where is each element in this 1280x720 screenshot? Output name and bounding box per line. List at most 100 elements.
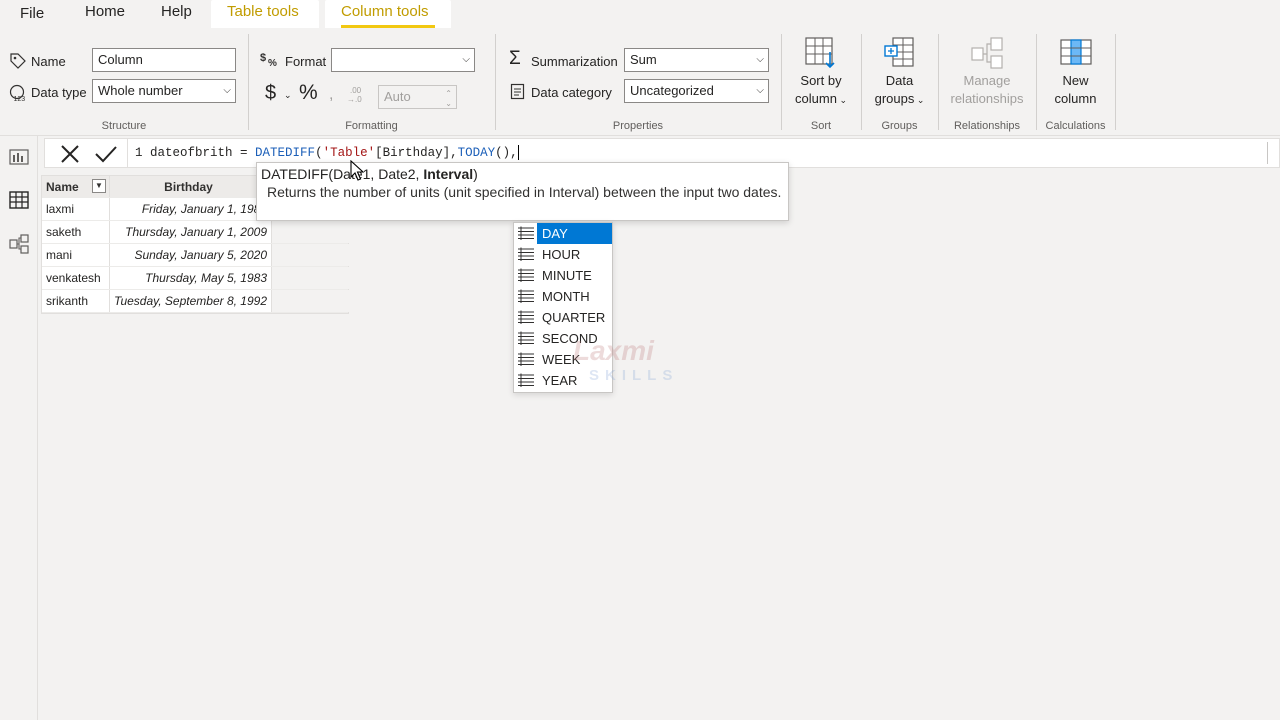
sort-group: Sort by column ⌄ Sort	[782, 34, 860, 134]
summarization-value: Sum	[630, 52, 657, 67]
chevron-down-icon: ⌵	[756, 54, 764, 65]
cell-name[interactable]: srikanth	[42, 290, 110, 312]
left-nav	[0, 136, 38, 720]
summarization-dropdown[interactable]: Sum ⌵	[624, 48, 769, 72]
report-view-icon[interactable]	[7, 145, 31, 169]
autocomplete-item[interactable]: WEEK	[514, 349, 612, 370]
keyword-list-icon	[518, 226, 534, 240]
formula-function: TODAY	[457, 145, 496, 160]
svg-text:→.0: →.0	[347, 95, 362, 104]
formula-text[interactable]: 1 dateofbrith = DATEDIFF('Table'[Birthda…	[135, 145, 519, 160]
structure-group: Name Column 123 Data type Whole number ⌵…	[0, 34, 248, 134]
groups-group: Data groups ⌄ Groups	[862, 34, 937, 134]
data-type-icon: 123	[9, 84, 25, 103]
tab-home[interactable]: Home	[85, 0, 125, 28]
formula-string: 'Table'	[322, 145, 376, 160]
cell-birthday[interactable]: Thursday, January 1, 2009	[110, 221, 272, 243]
data-groups-icon	[883, 37, 914, 67]
cell-birthday[interactable]: Friday, January 1, 1982	[110, 198, 272, 220]
svg-text:%: %	[268, 58, 277, 68]
format-icon: $ %	[260, 52, 277, 68]
column-header-birthday[interactable]: Birthday	[110, 176, 272, 197]
chevron-down-icon[interactable]: ⌄	[284, 90, 292, 101]
tab-help[interactable]: Help	[161, 0, 192, 28]
decimal-places-stepper[interactable]: Auto ⌃ ⌄	[378, 85, 457, 109]
calculations-group: New column Calculations	[1037, 34, 1114, 134]
new-column-line1: New	[1062, 73, 1089, 88]
autocomplete-item[interactable]: SECOND	[514, 328, 612, 349]
sort-by-column-button[interactable]: Sort by column ⌄	[788, 36, 854, 109]
groups-group-label: Groups	[881, 120, 918, 132]
function-description: Returns the number of units (unit specif…	[267, 184, 782, 200]
chevron-down-icon: ⌵	[462, 54, 470, 65]
relationships-group-label: Relationships	[953, 120, 1021, 132]
chevron-down-icon[interactable]: ⌄	[445, 93, 452, 115]
currency-button[interactable]: $	[265, 82, 276, 105]
model-view-icon[interactable]	[7, 232, 31, 256]
data-type-dropdown[interactable]: Whole number ⌵	[92, 79, 236, 103]
autocomplete-item[interactable]: MINUTE	[514, 265, 612, 286]
keyword-list-icon	[518, 289, 534, 303]
autocomplete-label: QUARTER	[542, 310, 606, 325]
cell-name[interactable]: venkatesh	[42, 267, 110, 289]
tab-table-tools[interactable]: Table tools	[211, 0, 319, 28]
sort-by-column-line2: column	[795, 91, 837, 106]
separator	[1115, 34, 1116, 130]
column-header-label: Birthday	[164, 180, 213, 194]
cell-new-column[interactable]	[272, 267, 350, 289]
keyword-list-icon	[518, 268, 534, 282]
cell-new-column[interactable]	[272, 221, 350, 243]
autocomplete-item[interactable]: QUARTER	[514, 307, 612, 328]
autocomplete-item[interactable]: DAY	[514, 223, 612, 244]
data-type-label: Data type	[31, 85, 87, 100]
ribbon: Name Column 123 Data type Whole number ⌵…	[0, 28, 1280, 136]
formula-bar-scroll[interactable]	[1267, 142, 1277, 164]
cell-name[interactable]: saketh	[42, 221, 110, 243]
cell-birthday[interactable]: Tuesday, September 8, 1992	[110, 290, 272, 312]
new-column-line2: column	[1054, 91, 1097, 106]
formula-part: dateofbrith =	[142, 145, 256, 160]
data-category-icon	[510, 83, 525, 100]
svg-text:,: ,	[329, 87, 333, 101]
cancel-formula-icon[interactable]	[57, 142, 83, 166]
manage-relationships-line1: Manage	[963, 73, 1011, 88]
cell-name[interactable]: mani	[42, 244, 110, 266]
manage-relationships-line2: relationships	[950, 91, 1024, 106]
autocomplete-label: YEAR	[542, 373, 578, 388]
manage-relationships-button[interactable]: Manage relationships	[942, 36, 1032, 108]
tab-column-tools[interactable]: Column tools	[325, 0, 451, 28]
cell-new-column[interactable]	[272, 244, 350, 266]
commit-formula-icon[interactable]	[93, 142, 119, 166]
function-tooltip: DATEDIFF(Date1, Date2, Interval) Returns…	[256, 162, 789, 221]
separator	[127, 139, 128, 167]
keyword-list-icon	[518, 373, 534, 387]
tab-file[interactable]: File	[20, 2, 44, 30]
percent-button[interactable]: %	[299, 81, 318, 105]
data-groups-button[interactable]: Data groups ⌄	[868, 36, 931, 109]
format-dropdown[interactable]: ⌵	[331, 48, 475, 72]
cell-new-column[interactable]	[272, 290, 350, 312]
signature-active-param: Interval	[423, 166, 474, 182]
cell-birthday[interactable]: Thursday, May 5, 1983	[110, 267, 272, 289]
keyword-list-icon	[518, 352, 534, 366]
new-column-button[interactable]: New column	[1042, 36, 1109, 108]
autocomplete-item[interactable]: HOUR	[514, 244, 612, 265]
autocomplete-item[interactable]: MONTH	[514, 286, 612, 307]
autocomplete-item[interactable]: YEAR	[514, 370, 612, 391]
decimal-places-icon[interactable]: .00 →.0	[345, 84, 367, 104]
column-header-name[interactable]: Name ▼	[42, 176, 110, 197]
relationships-icon	[971, 37, 1003, 69]
cell-birthday[interactable]: Sunday, January 5, 2020	[110, 244, 272, 266]
keyword-list-icon	[518, 247, 534, 261]
chevron-down-icon: ⌄	[914, 95, 925, 105]
data-view-icon[interactable]	[7, 188, 31, 212]
properties-group-label: Properties	[612, 120, 664, 132]
new-column-icon	[1059, 39, 1092, 65]
sort-group-label: Sort	[810, 120, 832, 132]
data-category-dropdown[interactable]: Uncategorized ⌵	[624, 79, 769, 103]
format-label: Format	[285, 54, 327, 69]
name-field[interactable]: Column	[92, 48, 236, 72]
comma-style-icon[interactable]: ,	[329, 87, 339, 101]
cell-name[interactable]: laxmi	[42, 198, 110, 220]
filter-dropdown-icon[interactable]: ▼	[92, 179, 106, 193]
